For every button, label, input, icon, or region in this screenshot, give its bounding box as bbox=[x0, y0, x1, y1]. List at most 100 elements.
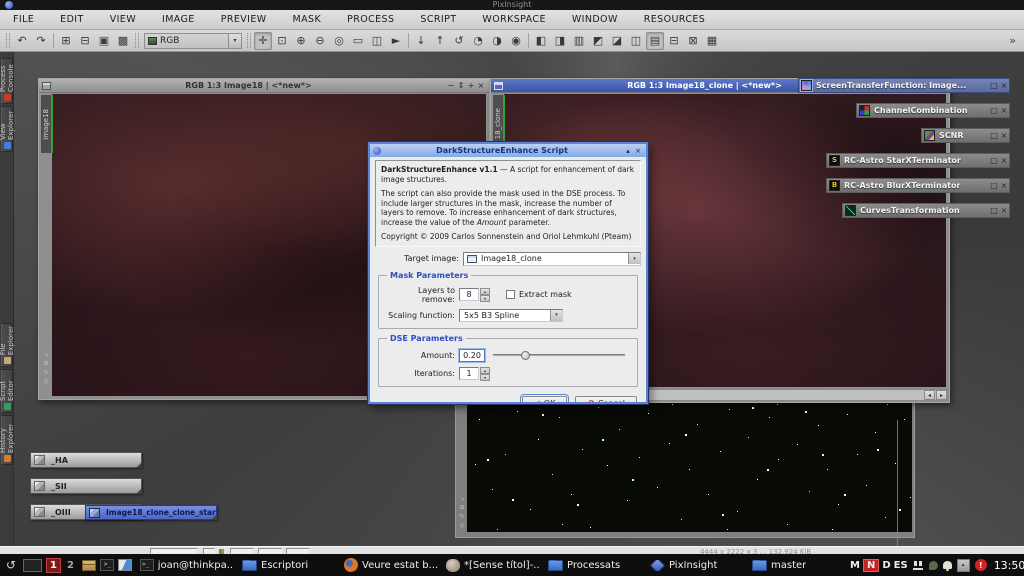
layers-to-remove-input[interactable]: 8 bbox=[459, 288, 479, 301]
zoom-button[interactable]: + bbox=[466, 79, 476, 92]
readout-options-icon[interactable]: ◉ bbox=[507, 32, 525, 50]
readout-preview-icon[interactable]: ◔ bbox=[469, 32, 487, 50]
image-icon-stars[interactable]: Image18_clone_clone_stars bbox=[85, 505, 217, 520]
resize-corner-icon[interactable]: ↘ bbox=[41, 351, 51, 358]
toolbar-drag-handle[interactable] bbox=[135, 33, 139, 48]
restore-button[interactable]: □ bbox=[989, 104, 999, 117]
spin-up-icon[interactable]: ▴ bbox=[480, 367, 490, 374]
scroll-right-button[interactable]: ▸ bbox=[936, 390, 947, 400]
stars-image-window[interactable]: ↘⊞↻◎ bbox=[455, 396, 915, 538]
bell-icon[interactable] bbox=[943, 561, 952, 569]
close-all-icon[interactable]: ⊠ bbox=[684, 32, 702, 50]
menu-item[interactable]: IMAGE bbox=[149, 10, 208, 29]
dialog-titlebar[interactable]: DarkStructureEnhance Script ▴ × bbox=[370, 144, 646, 157]
task-file-manager-desktop[interactable]: Escriptori bbox=[242, 560, 336, 571]
chevron-down-icon[interactable]: ▾ bbox=[550, 310, 562, 321]
zoom-in-icon[interactable]: ⊕ bbox=[292, 32, 310, 50]
toolbar-drag-handle[interactable] bbox=[6, 33, 10, 48]
task-folder-processats[interactable]: Processats bbox=[548, 560, 642, 571]
target-image-dropdown[interactable]: Image18_clone ▾ bbox=[463, 252, 641, 266]
track-target-icon[interactable]: ◎ bbox=[457, 522, 467, 529]
volume-icon[interactable]: ▴ bbox=[957, 559, 970, 572]
iterations-spinner[interactable]: ▴ ▾ bbox=[480, 367, 490, 380]
task-gimp[interactable]: *[Sense títol]-... bbox=[446, 559, 540, 572]
process-window-curvestransformation[interactable]: CurvesTransformation □ × bbox=[842, 203, 1010, 218]
menu-item[interactable]: RESOURCES bbox=[631, 10, 718, 29]
show-desktop-icon[interactable]: ↺ bbox=[3, 558, 19, 572]
layers-spinner[interactable]: ▴ ▾ bbox=[480, 288, 490, 301]
process-window-channelcombination[interactable]: ChannelCombination □ × bbox=[856, 103, 1010, 118]
menu-item[interactable]: MASK bbox=[280, 10, 335, 29]
menu-item[interactable]: PREVIEW bbox=[208, 10, 280, 29]
reset-icon[interactable]: ↺ bbox=[450, 32, 468, 50]
cancel-button[interactable]: ⊘ Cancel bbox=[575, 396, 637, 405]
sidebar-tab-view-explorer[interactable]: View Explorer bbox=[1, 106, 13, 152]
split-horizontal-icon[interactable]: ◧ bbox=[532, 32, 550, 50]
center-image-icon[interactable]: ◎ bbox=[330, 32, 348, 50]
app-launcher-icon[interactable] bbox=[118, 559, 132, 571]
redo-icon[interactable]: ↷ bbox=[32, 32, 50, 50]
sidebar-tab-file-explorer[interactable]: File Explorer bbox=[1, 323, 13, 367]
image-icon-ha[interactable]: _HA bbox=[30, 452, 142, 468]
close-icon[interactable]: × bbox=[999, 104, 1009, 117]
image-icon-sii[interactable]: _SII bbox=[30, 478, 142, 494]
restore-button[interactable]: □ bbox=[989, 179, 999, 192]
sidebar-tab-history-explorer[interactable]: History Explorer bbox=[1, 415, 13, 465]
save-icon[interactable]: ↓ bbox=[412, 32, 430, 50]
menu-item[interactable]: WINDOW bbox=[559, 10, 631, 29]
process-window-blurxterminator[interactable]: B RC-Astro BlurXTerminator □ × bbox=[826, 178, 1010, 193]
slider-thumb[interactable] bbox=[521, 351, 530, 360]
zoom-out-icon[interactable]: ⊖ bbox=[311, 32, 329, 50]
edit-preview-icon[interactable]: ◫ bbox=[368, 32, 386, 50]
terminal-launcher-icon[interactable] bbox=[100, 559, 114, 571]
menu-item[interactable]: WORKSPACE bbox=[469, 10, 558, 29]
close-icon[interactable]: × bbox=[999, 129, 1009, 142]
restore-button[interactable]: □ bbox=[989, 129, 999, 142]
restore-button[interactable]: □ bbox=[989, 204, 999, 217]
restore-button[interactable]: □ bbox=[989, 154, 999, 167]
darkstructureenhance-dialog[interactable]: DarkStructureEnhance Script ▴ × DarkStru… bbox=[368, 142, 648, 404]
amount-input[interactable]: 0.20 bbox=[459, 349, 485, 362]
process-window-scnr[interactable]: SCNR □ × bbox=[921, 128, 1010, 143]
scroll-left-button[interactable]: ◂ bbox=[924, 390, 935, 400]
package-manager-icon[interactable] bbox=[82, 560, 96, 571]
grid-icon[interactable]: ▦ bbox=[703, 32, 721, 50]
sync-views-icon[interactable]: ↻ bbox=[457, 513, 467, 520]
image18-window-titlebar[interactable]: RGB 1:3 Image18 | <*new*> − ⇕ + × bbox=[39, 79, 489, 93]
view-selector-dropdown[interactable]: RGB ▾ bbox=[144, 33, 242, 49]
menu-item[interactable]: EDIT bbox=[47, 10, 97, 29]
process-window-screentransferfunction[interactable]: ScreenTransferFunction: Image... □ × bbox=[798, 78, 1010, 93]
starfield-image[interactable] bbox=[467, 399, 912, 532]
toolbar-overflow-button[interactable]: » bbox=[1004, 34, 1021, 47]
expand-window-icon[interactable]: ◪ bbox=[608, 32, 626, 50]
image-identifier-icon[interactable]: ⊞ bbox=[57, 32, 75, 50]
cascade-windows-icon[interactable]: ◩ bbox=[589, 32, 607, 50]
iconize-button[interactable]: − bbox=[446, 79, 456, 92]
show-mask-icon[interactable]: ▩ bbox=[114, 32, 132, 50]
ok-button[interactable]: ✔ OK bbox=[522, 396, 567, 405]
readout-mode-icon[interactable]: ◑ bbox=[488, 32, 506, 50]
restore-button[interactable]: □ bbox=[989, 79, 999, 92]
select-mask-icon[interactable]: ▣ bbox=[95, 32, 113, 50]
select-tool-icon[interactable]: ► bbox=[387, 32, 405, 50]
sync-views-icon[interactable]: ↻ bbox=[41, 369, 51, 376]
sidebar-tab-process-console[interactable]: Process Console bbox=[1, 58, 13, 104]
workspace-2-button[interactable]: 2 bbox=[63, 558, 78, 573]
spin-down-icon[interactable]: ▾ bbox=[480, 295, 490, 302]
zoom-indicator-icon[interactable]: ⊞ bbox=[41, 360, 51, 367]
shade-button[interactable]: ⇕ bbox=[456, 79, 466, 92]
window-menu-icon[interactable] bbox=[42, 82, 51, 90]
iterations-input[interactable]: 1 bbox=[459, 367, 479, 380]
move-tool-icon[interactable]: ✛ bbox=[254, 32, 272, 50]
resize-corner-icon[interactable]: ↘ bbox=[457, 495, 467, 502]
close-icon[interactable]: × bbox=[999, 179, 1009, 192]
tray-indicator-d[interactable]: D bbox=[882, 560, 890, 571]
menu-item[interactable]: FILE bbox=[0, 10, 47, 29]
vpn-icon[interactable] bbox=[929, 561, 938, 570]
menu-item[interactable]: SCRIPT bbox=[407, 10, 469, 29]
task-terminal[interactable]: joan@thinkpa... bbox=[140, 559, 234, 571]
shrink-window-icon[interactable]: ◫ bbox=[627, 32, 645, 50]
shade-button[interactable]: ▴ bbox=[623, 145, 633, 157]
load-icon[interactable]: ↑ bbox=[431, 32, 449, 50]
window-menu-icon[interactable] bbox=[494, 82, 503, 90]
